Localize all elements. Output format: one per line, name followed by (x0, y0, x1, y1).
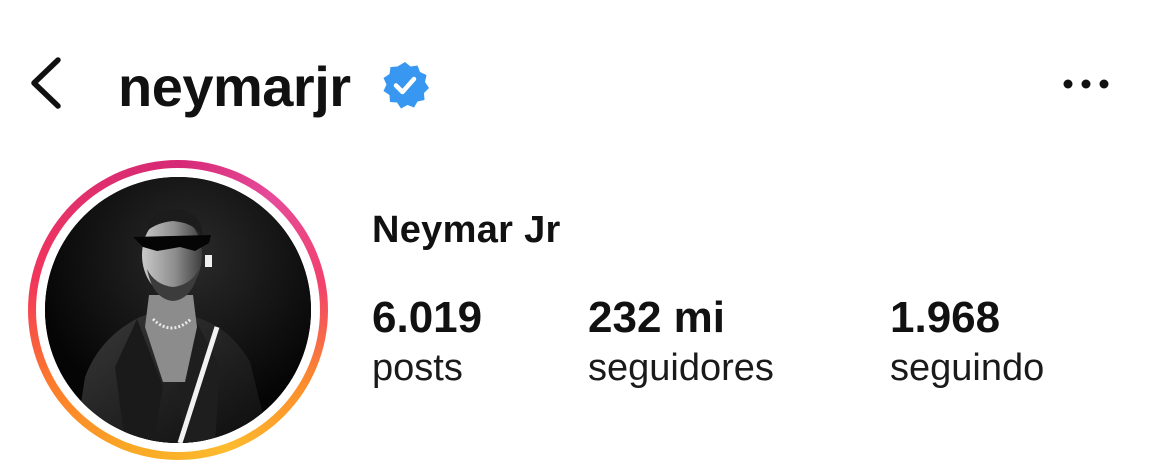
more-options-button[interactable] (1058, 66, 1114, 102)
stat-followers-label: seguidores (588, 347, 774, 389)
stat-following-label: seguindo (890, 347, 1045, 389)
stat-posts[interactable]: 6.019 posts (372, 292, 482, 392)
stat-followers-value: 232 mi (588, 293, 725, 342)
avatar (45, 177, 311, 443)
story-ring[interactable] (28, 160, 328, 460)
verified-badge-icon (380, 60, 430, 110)
back-button[interactable] (22, 50, 70, 116)
profile-display-name: Neymar Jr (372, 209, 561, 251)
profile-header: neymarjr (0, 0, 1161, 150)
stat-following-value: 1.968 (890, 293, 1001, 342)
chevron-left-icon (31, 57, 61, 109)
stat-followers[interactable]: 232 mi seguidores (588, 292, 774, 392)
stat-following[interactable]: 1.968 seguindo (890, 292, 1044, 392)
more-horizontal-icon (1063, 79, 1109, 89)
stat-posts-label: posts (372, 347, 463, 389)
profile-username: neymarjr (118, 55, 351, 118)
stat-posts-value: 6.019 (372, 293, 483, 342)
